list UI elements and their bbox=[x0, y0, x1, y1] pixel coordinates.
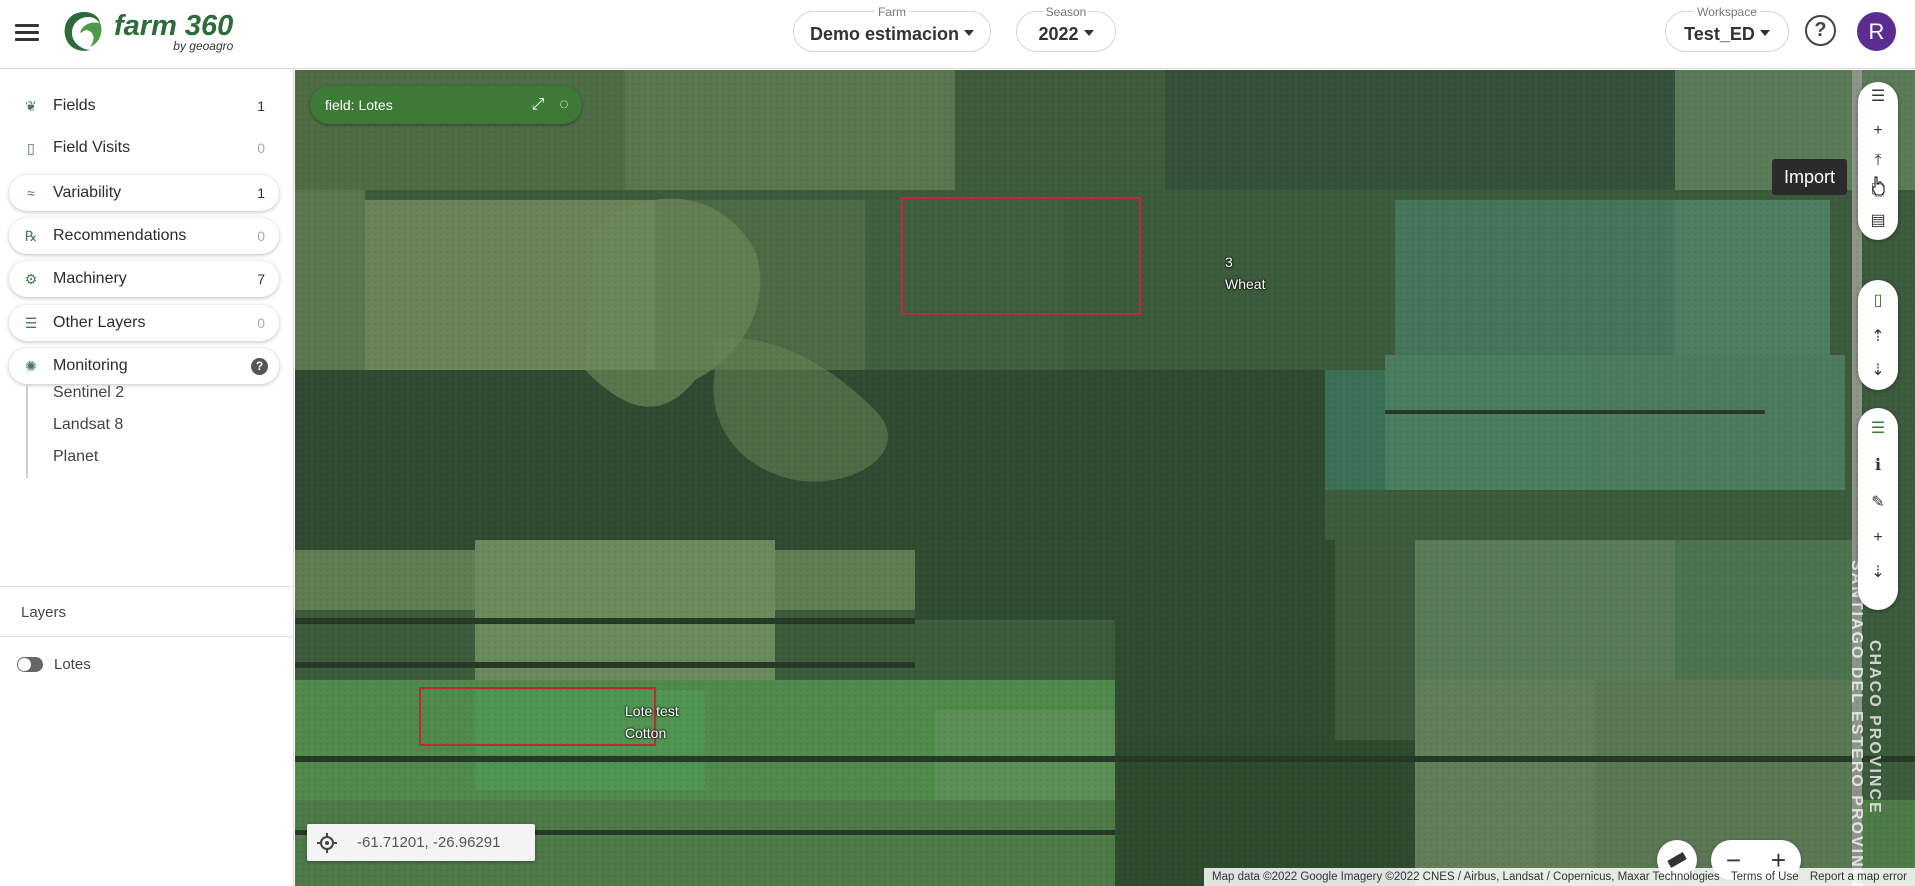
caret-down-icon bbox=[1759, 30, 1770, 37]
phone-icon: ▯ bbox=[27, 140, 35, 156]
layer-toggle[interactable] bbox=[17, 657, 43, 672]
layers-icon: ☰ bbox=[24, 315, 38, 331]
layers-title: Layers bbox=[21, 604, 67, 621]
sidebar-item-label: Machinery bbox=[53, 270, 127, 287]
sidebar-item-variability[interactable]: ≈ Variability 1 bbox=[9, 175, 279, 211]
sidebar-item-label: Other Layers bbox=[53, 314, 146, 331]
add-icon[interactable]: + bbox=[1858, 523, 1898, 553]
field-crop: Cotton bbox=[625, 725, 667, 741]
edit-icon[interactable]: ✎ bbox=[1858, 488, 1898, 518]
field-polygon-lote-test[interactable] bbox=[419, 687, 656, 746]
sidebar-item-label: Variability bbox=[53, 184, 122, 201]
document-icon[interactable]: ▤ bbox=[1858, 206, 1898, 236]
prescription-icon: ℞ bbox=[24, 228, 38, 244]
season-selector-value: 2022 bbox=[1038, 24, 1079, 44]
caret-down-icon bbox=[964, 30, 975, 37]
sidebar-item-other-layers[interactable]: ☰ Other Layers 0 bbox=[9, 305, 279, 341]
layers-icon[interactable]: ☰ bbox=[1858, 414, 1898, 444]
province-label-santiago: SANTIAGO DEL ESTERO PROVINCE bbox=[1848, 560, 1865, 886]
map-tools-group: ☰ + ⤒ ⎘ ▤ bbox=[1858, 82, 1898, 240]
sidebar-item-count: 0 bbox=[257, 315, 265, 331]
logo-title: farm 360 bbox=[114, 10, 234, 42]
avatar[interactable]: R bbox=[1857, 12, 1896, 51]
workspace-selector-value: Test_ED bbox=[1684, 24, 1755, 44]
sidebar-item-label: Fields bbox=[53, 97, 96, 114]
farm-selector-value: Demo estimacion bbox=[809, 24, 960, 44]
sidebar: ❦ Fields 1 ▯ Field Visits 0 ≈ Variabilit… bbox=[0, 70, 294, 886]
sidebar-item-count: 0 bbox=[257, 228, 265, 244]
sidebar-item-machinery[interactable]: ⚙ Machinery 7 bbox=[9, 261, 279, 297]
terms-link[interactable]: Terms of Use bbox=[1731, 871, 1799, 883]
field-label-lote-test: Lote test Cotton bbox=[625, 700, 679, 744]
logo: farm 360 by geoagro bbox=[60, 8, 233, 56]
download-icon[interactable]: ⇣ bbox=[1858, 558, 1898, 588]
coordinate-readout: -61.71201, -26.96291 bbox=[307, 824, 535, 861]
palette-icon[interactable]: ◌ bbox=[554, 95, 574, 115]
sidebar-item-count: 1 bbox=[257, 185, 265, 201]
sidebar-item-fields[interactable]: ❦ Fields 1 bbox=[9, 88, 279, 124]
sidebar-item-count: 0 bbox=[257, 140, 265, 156]
satellite-imagery bbox=[295, 70, 1915, 886]
sidebar-item-label: Recommendations bbox=[53, 227, 187, 244]
phone-icon[interactable]: ▯ bbox=[1858, 286, 1898, 316]
sidebar-item-field-visits[interactable]: ▯ Field Visits 0 bbox=[9, 130, 279, 166]
layer-chip-label: field: Lotes bbox=[325, 97, 393, 113]
field-name: Lote test bbox=[625, 703, 679, 719]
field-label-3: 3 Wheat bbox=[1225, 251, 1265, 295]
field-name: 3 bbox=[1225, 254, 1233, 270]
tractor-icon: ⚙ bbox=[24, 271, 38, 287]
satellite-icon: ✺ bbox=[25, 358, 37, 374]
layer-chip: field: Lotes ⤢ ◌ bbox=[310, 86, 582, 124]
top-bar: farm 360 by geoagro Farm Demo estimacion… bbox=[0, 0, 1915, 69]
import-icon[interactable]: ⤒ bbox=[1858, 146, 1898, 176]
variability-icon: ≈ bbox=[27, 185, 35, 201]
fullscreen-icon[interactable]: ⤢ bbox=[528, 95, 548, 115]
monitoring-item-sentinel[interactable]: Sentinel 2 bbox=[53, 384, 124, 402]
field-visit-tools-group: ▯ ⇡ ⇣ bbox=[1858, 280, 1898, 390]
upload-icon[interactable]: ⇡ bbox=[1858, 322, 1898, 352]
edit-tools-group: ☰ ℹ ✎ + ⇣ bbox=[1858, 408, 1898, 610]
menu-icon[interactable] bbox=[15, 21, 39, 45]
sprout-icon: ❦ bbox=[25, 98, 37, 114]
layer-name: Lotes bbox=[54, 656, 91, 673]
workspace-selector[interactable]: Workspace Test_ED bbox=[1665, 5, 1789, 52]
field-polygon-3[interactable] bbox=[901, 197, 1141, 315]
workspace-selector-label: Workspace bbox=[1694, 5, 1760, 19]
crosshair-icon[interactable] bbox=[316, 832, 338, 854]
monitoring-sublist: Sentinel 2 Landsat 8 Planet bbox=[26, 384, 266, 478]
import-tooltip: Import bbox=[1772, 159, 1848, 195]
logo-leaf-icon bbox=[64, 12, 102, 51]
monitoring-item-landsat[interactable]: Landsat 8 bbox=[53, 416, 123, 434]
add-icon[interactable]: + bbox=[1858, 116, 1898, 146]
farm-selector-label: Farm bbox=[875, 5, 909, 19]
attribution-data: Map data ©2022 Google Imagery ©2022 CNES… bbox=[1212, 871, 1720, 883]
caret-down-icon bbox=[1083, 30, 1094, 37]
season-selector[interactable]: Season 2022 bbox=[1016, 5, 1116, 52]
layers-panel-header: Layers bbox=[0, 586, 293, 637]
report-error-link[interactable]: Report a map error bbox=[1810, 871, 1907, 883]
map[interactable]: 3 Wheat Lote test Cotton field: Lotes ⤢ … bbox=[295, 70, 1915, 886]
help-icon[interactable]: ? bbox=[1805, 15, 1836, 46]
help-icon[interactable]: ? bbox=[251, 358, 268, 375]
monitoring-item-planet[interactable]: Planet bbox=[53, 448, 98, 466]
province-label-chaco: CHACO PROVINCE bbox=[1866, 640, 1883, 815]
download-icon[interactable]: ⇣ bbox=[1858, 356, 1898, 386]
field-crop: Wheat bbox=[1225, 276, 1266, 292]
pointer-cursor-icon bbox=[1872, 176, 1885, 196]
farm-selector[interactable]: Farm Demo estimacion bbox=[793, 5, 991, 52]
sidebar-item-label: Monitoring bbox=[53, 357, 128, 374]
map-attribution: Map data ©2022 Google Imagery ©2022 CNES… bbox=[1204, 868, 1915, 886]
sidebar-item-count: 7 bbox=[257, 271, 265, 287]
coordinate-text: -61.71201, -26.96291 bbox=[357, 834, 501, 851]
season-selector-label: Season bbox=[1042, 5, 1090, 19]
sidebar-item-recommendations[interactable]: ℞ Recommendations 0 bbox=[9, 218, 279, 254]
sidebar-item-count: 1 bbox=[257, 98, 265, 114]
sidebar-item-label: Field Visits bbox=[53, 139, 131, 156]
layers-icon[interactable]: ☰ bbox=[1858, 82, 1898, 112]
info-icon[interactable]: ℹ bbox=[1858, 451, 1898, 481]
sidebar-item-monitoring[interactable]: ✺ Monitoring ? bbox=[9, 348, 279, 384]
